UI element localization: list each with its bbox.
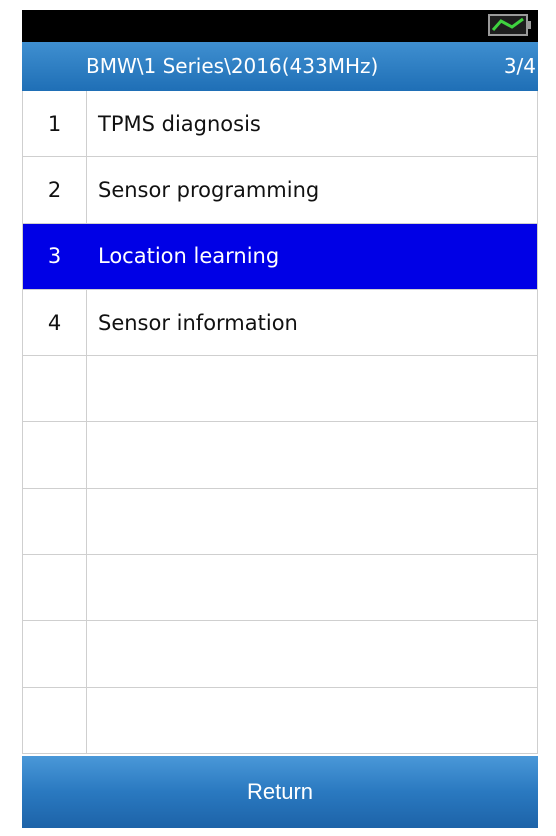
empty-cell [23,422,87,488]
menu-item-tpms-diagnosis[interactable]: 1 TPMS diagnosis [23,91,537,158]
empty-row [23,687,537,754]
empty-row [23,621,537,688]
menu-item-sensor-programming[interactable]: 2 Sensor programming [23,157,537,224]
status-bar [22,10,538,42]
menu-item-sensor-information[interactable]: 4 Sensor information [23,289,537,357]
return-button[interactable]: Return [22,756,538,828]
menu-item-number: 2 [23,157,87,223]
menu-item-location-learning[interactable]: 3 Location learning [23,223,537,290]
menu-item-label: TPMS diagnosis [98,111,261,136]
page-indicator: 3/4 [503,54,536,78]
menu-item-label: Sensor programming [98,177,320,202]
empty-cell [23,555,87,621]
battery-icon [488,14,531,36]
menu-item-number: 4 [23,289,87,356]
header-bar: BMW\1 Series\2016(433MHz) 3/4 [22,42,538,91]
empty-cell [23,687,87,753]
empty-row [23,356,537,423]
menu-item-number: 3 [23,223,87,289]
empty-row [23,488,537,556]
menu-list: 1 TPMS diagnosis 2 Sensor programming 3 … [22,91,538,754]
empty-cell [23,621,87,687]
empty-cell [23,488,87,555]
device-screen: BMW\1 Series\2016(433MHz) 3/4 1 TPMS dia… [22,10,538,828]
page-title: BMW\1 Series\2016(433MHz) [86,54,379,78]
menu-item-label: Sensor information [98,310,298,335]
empty-cell [23,356,87,422]
menu-item-number: 1 [23,91,87,157]
empty-row [23,422,537,489]
menu-item-label: Location learning [98,244,280,269]
empty-row [23,555,537,622]
